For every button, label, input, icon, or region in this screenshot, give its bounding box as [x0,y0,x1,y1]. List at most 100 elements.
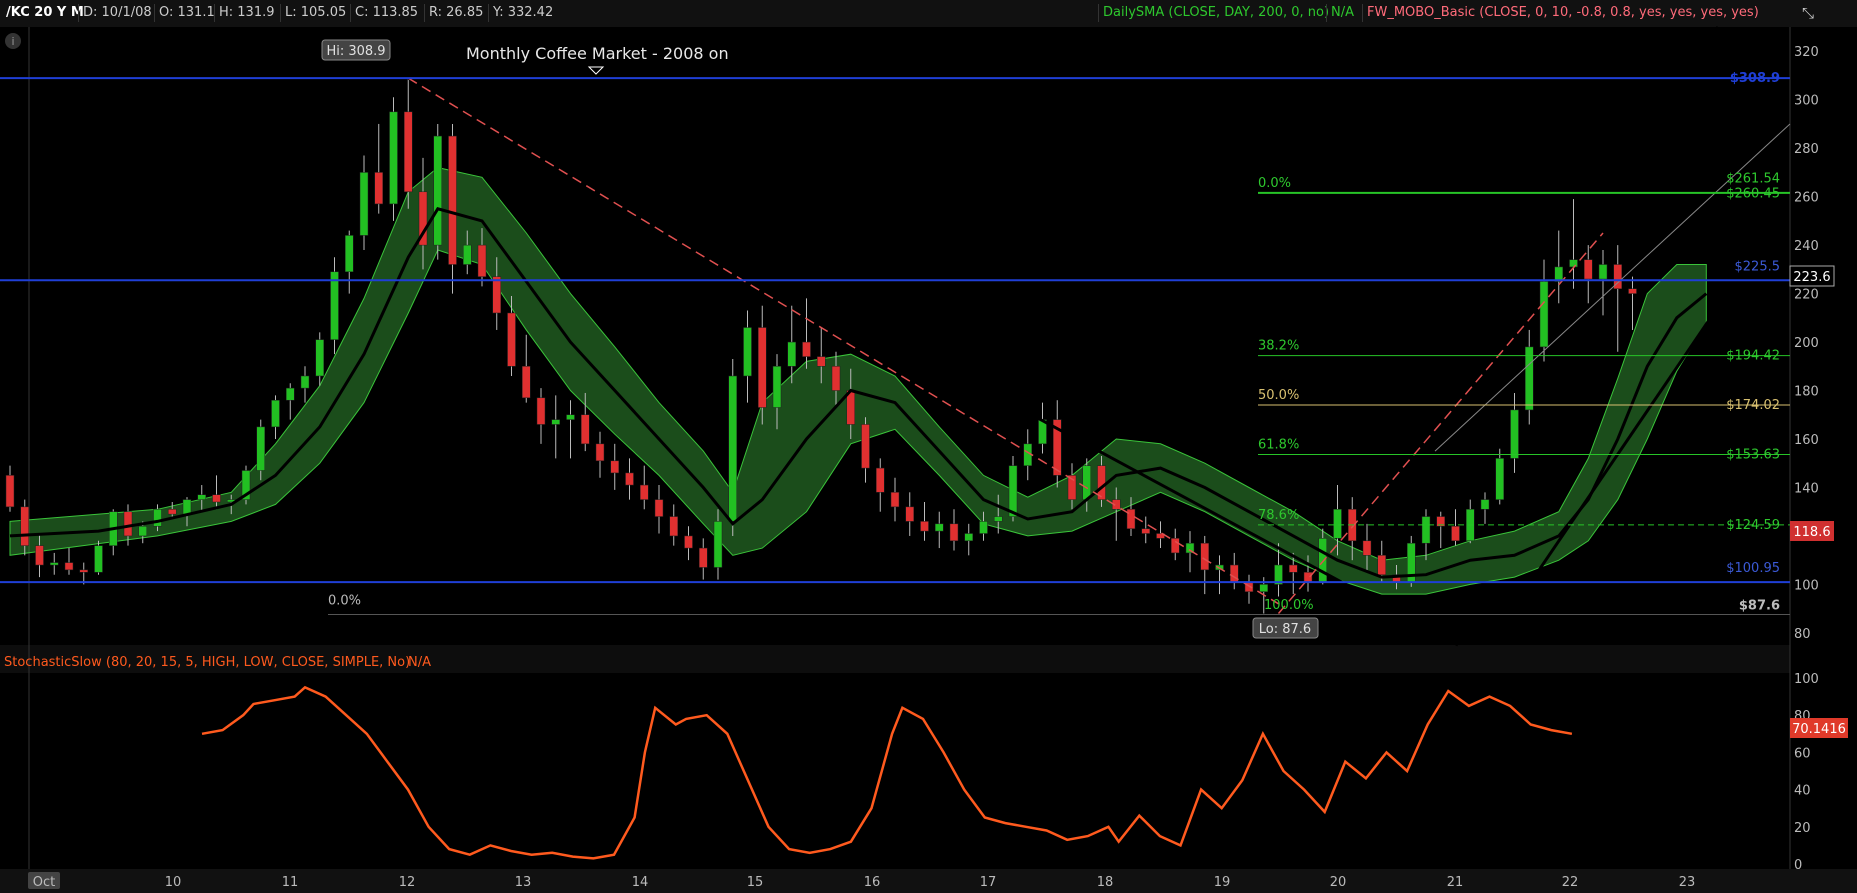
down-candle [802,341,811,357]
up-candle [1421,516,1431,544]
price-axis-tick: 140 [1794,481,1819,496]
down-candle [5,475,15,508]
up-candle [1569,259,1578,268]
price-level-label: $260.45 [1726,187,1780,202]
stoch-axis-tick: 20 [1794,821,1811,836]
up-candle [1318,538,1327,583]
down-candle [404,111,413,193]
up-candle [935,523,944,532]
up-candle [551,419,560,425]
up-candle [271,399,280,428]
time-axis-tick: 11 [282,875,299,890]
price-axis-tick: 300 [1794,94,1819,109]
down-candle [684,535,693,549]
stoch-axis-tick: 40 [1794,784,1811,799]
sma-price-label: 118.6 [1793,525,1830,540]
down-candle [610,460,619,474]
price-level-label: $194.42 [1726,349,1780,364]
up-candle [1008,465,1018,517]
down-candle [1141,528,1150,534]
time-axis-tick: 22 [1562,875,1579,890]
price-level-label: $124.59 [1726,518,1780,533]
last-price-label: 223.6 [1793,270,1830,285]
up-candle [787,341,796,367]
up-candle [743,327,752,377]
up-candle [772,366,782,408]
stoch-axis-tick: 100 [1794,672,1819,687]
up-candle [286,387,295,401]
fib-percent-label: 78.6% [1258,508,1299,523]
down-candle [920,521,929,532]
down-candle [374,172,383,205]
down-candle [640,484,649,500]
price-axis-tick: 100 [1794,578,1819,593]
price-level-label: $100.95 [1726,561,1780,576]
down-candle [758,327,767,408]
up-candle [1259,584,1268,592]
up-candle [330,271,339,340]
down-candle [492,276,501,314]
down-candle [654,499,664,517]
time-axis-tick: 21 [1447,875,1464,890]
up-candle [1598,264,1608,280]
price-level-label: $153.63 [1726,447,1780,462]
down-candle [890,492,900,508]
price-axis-tick: 320 [1794,45,1819,60]
down-candle [1289,564,1298,573]
down-candle [477,244,487,277]
down-candle [595,443,605,462]
fib-percent-label: 100.0% [1264,598,1314,613]
price-axis-tick: 80 [1794,627,1811,642]
up-candle [50,562,59,566]
time-axis-tick: 17 [980,875,997,890]
down-candle [35,545,44,566]
up-candle [1525,346,1534,411]
down-candle [625,472,634,486]
up-candle [1480,499,1490,510]
fib-percent-label: 38.2% [1258,339,1299,354]
up-candle [153,509,162,527]
down-candle [448,135,457,265]
chart-canvas[interactable]: i 0.0% 38.2% 50.0% 61.8% 78.6% 100.0% 0.0% $308… [0,0,1857,893]
down-candle [1451,525,1460,542]
price-axis-tick: 200 [1794,336,1819,351]
price-level-label: $308.9 [1730,71,1780,86]
down-candle [1303,572,1313,583]
down-candle [581,414,590,445]
down-candle [1171,538,1180,554]
price-axis-tick: 240 [1794,239,1819,254]
down-candle [1362,540,1372,556]
down-candle [861,424,870,469]
price-axis-tick: 260 [1794,191,1819,206]
stoch-axis-tick: 60 [1794,746,1811,761]
time-axis-tick: 15 [747,875,764,890]
info-icon-glyph: i [11,35,14,48]
down-candle [1628,288,1637,294]
down-candle [123,511,133,537]
up-candle [713,521,723,568]
up-candle [345,235,354,273]
price-axis-tick: 160 [1794,433,1819,448]
up-candle [964,533,973,542]
down-candle [1200,542,1209,571]
down-candle [1377,555,1386,575]
up-candle [1333,509,1342,539]
stoch-study-value: N/A [408,655,431,670]
down-candle [522,366,531,399]
up-candle [359,172,369,236]
fib-percent-label: 50.0% [1258,388,1299,403]
up-candle [1539,281,1549,348]
time-axis-tick: Oct [33,875,55,890]
time-axis-tick: 10 [165,875,182,890]
up-candle [994,516,1003,522]
up-candle [256,426,265,471]
up-candle [315,339,324,377]
fib-percent-label: 0.0% [1258,176,1291,191]
stoch-last-label: 70.1416 [1792,722,1846,737]
up-candle [1510,409,1519,459]
hi-marker-label: Hi: 308.9 [326,44,385,59]
down-candle [831,366,841,391]
up-candle [1082,465,1091,500]
up-candle [1495,458,1504,500]
stoch-study-label[interactable]: StochasticSlow (80, 20, 15, 5, HIGH, LOW… [4,655,410,670]
